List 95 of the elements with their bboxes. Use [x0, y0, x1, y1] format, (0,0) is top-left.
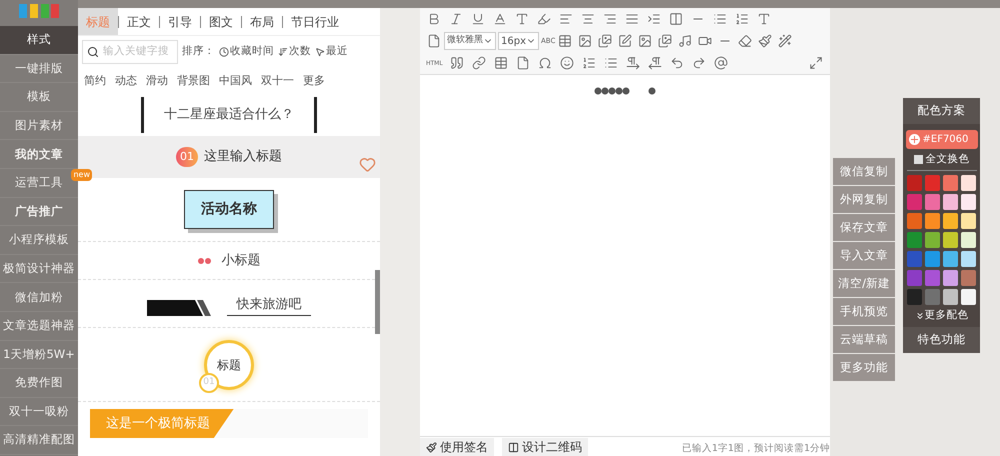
sort-option[interactable]: 次数 — [278, 44, 311, 60]
sidebar-item[interactable]: 文章选题神器 — [0, 312, 78, 340]
action-button[interactable]: 微信复制 — [833, 158, 895, 185]
color-swatch[interactable] — [907, 270, 922, 286]
size-select[interactable]: 16px — [498, 32, 539, 50]
color-swatch[interactable] — [907, 212, 922, 229]
sidebar-item[interactable]: 微信加粉 — [0, 283, 78, 311]
sort-option[interactable]: 收藏时间 — [219, 44, 274, 60]
sidebar-item[interactable]: 高清精准配图 — [0, 426, 78, 454]
qrcode-button[interactable]: 设计二维码 — [502, 438, 588, 456]
brush-icon — [426, 442, 437, 452]
sort-label: 排序： — [182, 44, 215, 60]
title-text: 小标题 — [222, 252, 260, 270]
sort-option[interactable]: 最近 — [315, 44, 348, 60]
loading-dots-icon — [594, 87, 656, 95]
title-text: 快来旅游吧 — [236, 297, 302, 312]
sidebar-item[interactable]: 双十一吸粉 — [0, 398, 78, 426]
color-swatch[interactable] — [925, 232, 940, 248]
color-swatch[interactable] — [925, 288, 940, 305]
sidebar-item[interactable]: 一键排版 — [0, 54, 78, 82]
sidebar-item[interactable]: 极简设计神器 — [0, 254, 78, 282]
apply-all-checkbox[interactable]: 全文换色 — [906, 152, 976, 171]
action-button[interactable]: 云端草稿 — [833, 326, 895, 353]
filter-tag[interactable]: 双十一 — [261, 72, 294, 90]
color-swatch[interactable] — [925, 250, 940, 267]
color-swatch[interactable] — [925, 212, 940, 229]
filter-tag[interactable]: 动态 — [115, 72, 137, 90]
signature-button[interactable]: 使用签名 — [420, 438, 494, 456]
sort-icon — [315, 47, 325, 57]
color-swatch[interactable] — [961, 232, 976, 248]
color-swatch[interactable] — [943, 174, 958, 191]
filter-tag[interactable]: 更多 — [303, 72, 325, 90]
color-swatch[interactable] — [943, 288, 958, 305]
color-swatch[interactable] — [925, 270, 940, 286]
color-swatch[interactable] — [907, 174, 922, 191]
title-text: 标题 — [217, 356, 241, 374]
title-text: 这里输入标题 — [204, 148, 282, 166]
filter-tag[interactable]: 背景图 — [177, 72, 210, 90]
category-tab[interactable]: 正文 — [119, 8, 159, 35]
search-icon — [87, 46, 99, 58]
word-count: 已输入1字1图，预计阅读需1分钟 — [682, 442, 830, 456]
search-input[interactable]: 输入关键字搜 — [103, 44, 173, 60]
sort-icon — [219, 47, 229, 57]
sidebar-item[interactable]: 我的文章 — [0, 140, 78, 168]
color-swatch[interactable] — [961, 288, 976, 305]
sidebar-item[interactable]: 图片素材 — [0, 112, 78, 140]
action-button[interactable]: 保存文章 — [833, 214, 895, 241]
sidebar-item[interactable]: 广告推广 — [0, 198, 78, 226]
action-button[interactable]: 外网复制 — [833, 186, 895, 213]
color-swatch[interactable] — [961, 270, 976, 286]
sidebar-item[interactable]: 免费作图 — [0, 369, 78, 397]
color-swatch[interactable] — [943, 270, 958, 286]
current-color[interactable]: #EF7060 — [906, 130, 978, 149]
new-badge: new — [71, 168, 92, 181]
color-swatch[interactable] — [943, 212, 958, 229]
panel-footer: 特色功能 — [903, 326, 980, 352]
sidebar-item[interactable]: 样式 — [0, 26, 78, 54]
sidebar-item[interactable]: 小程序模板 — [0, 226, 78, 254]
filter-tag[interactable]: 简约 — [84, 72, 106, 90]
color-swatch[interactable] — [961, 194, 976, 210]
color-swatch[interactable] — [961, 250, 976, 267]
color-swatch[interactable] — [907, 288, 922, 305]
dots-icon — [198, 258, 212, 264]
action-button[interactable]: 导入文章 — [833, 242, 895, 269]
color-swatch[interactable] — [907, 250, 922, 267]
color-swatch[interactable] — [943, 250, 958, 267]
sidebar-item[interactable]: 1天增粉5W+ — [0, 340, 78, 368]
category-tab[interactable]: 布局 — [242, 8, 282, 35]
color-swatch[interactable] — [907, 194, 922, 210]
action-button[interactable]: 清空/新建 — [833, 270, 895, 297]
action-button[interactable]: 更多功能 — [833, 354, 895, 381]
panel-title: 配色方案 — [903, 98, 980, 124]
plus-icon — [908, 134, 920, 145]
bracket-frame[interactable]: 十二星座最适合什么？ — [141, 97, 317, 133]
color-swatch[interactable] — [907, 232, 922, 248]
color-swatch[interactable] — [943, 232, 958, 248]
search-field[interactable]: 输入关键字搜 — [82, 40, 178, 64]
filter-tag[interactable]: 滑动 — [146, 72, 168, 90]
sidebar-item[interactable]: 模板 — [0, 83, 78, 111]
filter-tag[interactable]: 中国风 — [219, 72, 252, 90]
number-badge: 01 — [176, 147, 198, 167]
more-colors-button[interactable]: 更多配色 — [914, 308, 968, 324]
category-tab[interactable]: 引导 — [160, 8, 200, 35]
scrollbar-thumb[interactable] — [375, 270, 380, 334]
color-swatch[interactable] — [925, 174, 940, 191]
category-tab[interactable]: 图文 — [201, 8, 241, 35]
color-swatch[interactable] — [961, 174, 976, 191]
color-swatch[interactable] — [961, 212, 976, 229]
font-select[interactable]: 微软雅黑 — [444, 32, 496, 50]
double-chevron-icon — [914, 310, 924, 321]
color-swatch[interactable] — [925, 194, 940, 210]
action-button[interactable]: 手机预览 — [833, 298, 895, 325]
color-swatch[interactable] — [943, 194, 958, 210]
category-tab[interactable]: 节日行业 — [283, 8, 347, 35]
sort-icon — [278, 47, 288, 57]
